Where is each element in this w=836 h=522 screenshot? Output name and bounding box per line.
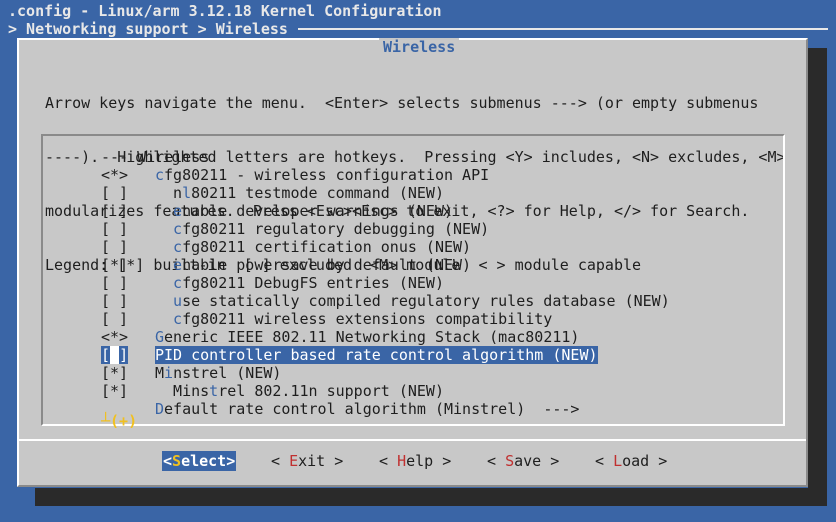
menu-item[interactable]: [ ] use statically compiled regulatory ru… [43, 292, 783, 310]
save-button[interactable]: < Save > [486, 451, 560, 471]
menu-item[interactable]: --- Wireless [43, 148, 783, 166]
menu-item[interactable]: <*> Generic IEEE 802.11 Networking Stack … [43, 328, 783, 346]
button-divider [19, 439, 806, 441]
menu-item-marker: [ ] [101, 292, 129, 310]
menu-item[interactable]: [*] Minstrel 802.11n support (NEW) [43, 382, 783, 400]
menu-item-label: PID controller based rate control algori… [155, 346, 598, 364]
menu-list[interactable]: --- Wireless <*> cfg80211 - wireless confi… [43, 148, 783, 418]
menu-item-marker: [ ] [101, 346, 129, 364]
select-button[interactable]: <Select> [162, 451, 237, 471]
menu-item[interactable]: [ ] cfg80211 wireless extensions compatib… [43, 310, 783, 328]
menu-item[interactable]: [ ] PID controller based rate control alg… [43, 346, 783, 364]
menu-item[interactable]: [ ] cfg80211 certification onus (NEW) [43, 238, 783, 256]
menuconfig-dialog: Wireless Arrow keys navigate the menu. <… [17, 38, 808, 487]
menu-item[interactable]: [ ] enable developer warnings (NEW) [43, 202, 783, 220]
menu-item[interactable]: [ ] nl80211 testmode command (NEW) [43, 184, 783, 202]
menu-item-marker: <*> [101, 166, 129, 184]
terminal: .config - Linux/arm 3.12.18 Kernel Confi… [0, 0, 836, 522]
menu-item-label: enable developer warnings (NEW) [173, 202, 454, 220]
load-button[interactable]: < Load > [594, 451, 668, 471]
help-button[interactable]: < Help > [378, 451, 452, 471]
menu-item-label: cfg80211 certification onus (NEW) [173, 238, 472, 256]
menu-item[interactable]: [*] enable powersave by default (NEW) [43, 256, 783, 274]
menu-item-marker: <*> [101, 328, 129, 346]
exit-button[interactable]: < Exit > [270, 451, 344, 471]
menu-item[interactable]: <*> cfg80211 - wireless configuration API [43, 166, 783, 184]
menu-item-label: --- Wireless [101, 148, 210, 166]
menu-item-label: cfg80211 DebugFS entries (NEW) [173, 274, 444, 292]
menu-item[interactable]: [ ] cfg80211 regulatory debugging (NEW) [43, 220, 783, 238]
menu-item-label: cfg80211 wireless extensions compatibili… [173, 310, 553, 328]
menu-item-label: Minstrel (NEW) [155, 364, 282, 382]
menu-item-marker: [ ] [101, 220, 129, 238]
menu-item-label: Generic IEEE 802.11 Networking Stack (ma… [155, 328, 580, 346]
menu-item-label: nl80211 testmode command (NEW) [173, 184, 444, 202]
window-title: .config - Linux/arm 3.12.18 Kernel Confi… [8, 2, 442, 20]
menu-item[interactable]: Default rate control algorithm (Minstrel… [43, 400, 783, 418]
menu-item-label: Minstrel 802.11n support (NEW) [173, 382, 444, 400]
help-line: Arrow keys navigate the menu. <Enter> se… [45, 94, 759, 112]
menu-item-label: use statically compiled regulatory rules… [173, 292, 670, 310]
menu-item-marker: [ ] [101, 310, 129, 328]
more-items-indicator: ┴(+) [101, 412, 138, 430]
menu-item-marker: [ ] [101, 202, 129, 220]
breadcrumb-rule [298, 28, 828, 30]
menu-item-label: cfg80211 regulatory debugging (NEW) [173, 220, 490, 238]
button-bar: <Select> < Exit > < Help > < Save > < Load > [19, 451, 806, 471]
menu-item-marker: [*] [101, 256, 129, 274]
dialog-shadow-bottom [35, 488, 827, 506]
menu-item-marker: [*] [101, 364, 129, 382]
menu-item-marker: [*] [101, 382, 129, 400]
menu-item-label: Default rate control algorithm (Minstrel… [155, 400, 580, 418]
dialog-title: Wireless [379, 38, 460, 56]
menu-item-marker: [ ] [101, 184, 129, 202]
menu-item[interactable]: [*] Minstrel (NEW) [43, 364, 783, 382]
breadcrumb: > Networking support > Wireless [8, 20, 288, 38]
menu-item-marker: [ ] [101, 274, 129, 292]
menu-item[interactable]: [ ] cfg80211 DebugFS entries (NEW) [43, 274, 783, 292]
dialog-shadow-right [808, 48, 827, 506]
menu-item-label: cfg80211 - wireless configuration API [155, 166, 490, 184]
menu-box[interactable]: --- Wireless <*> cfg80211 - wireless confi… [41, 134, 785, 430]
menu-item-label: enable powersave by default (NEW) [173, 256, 472, 274]
menu-item-marker: [ ] [101, 238, 129, 256]
